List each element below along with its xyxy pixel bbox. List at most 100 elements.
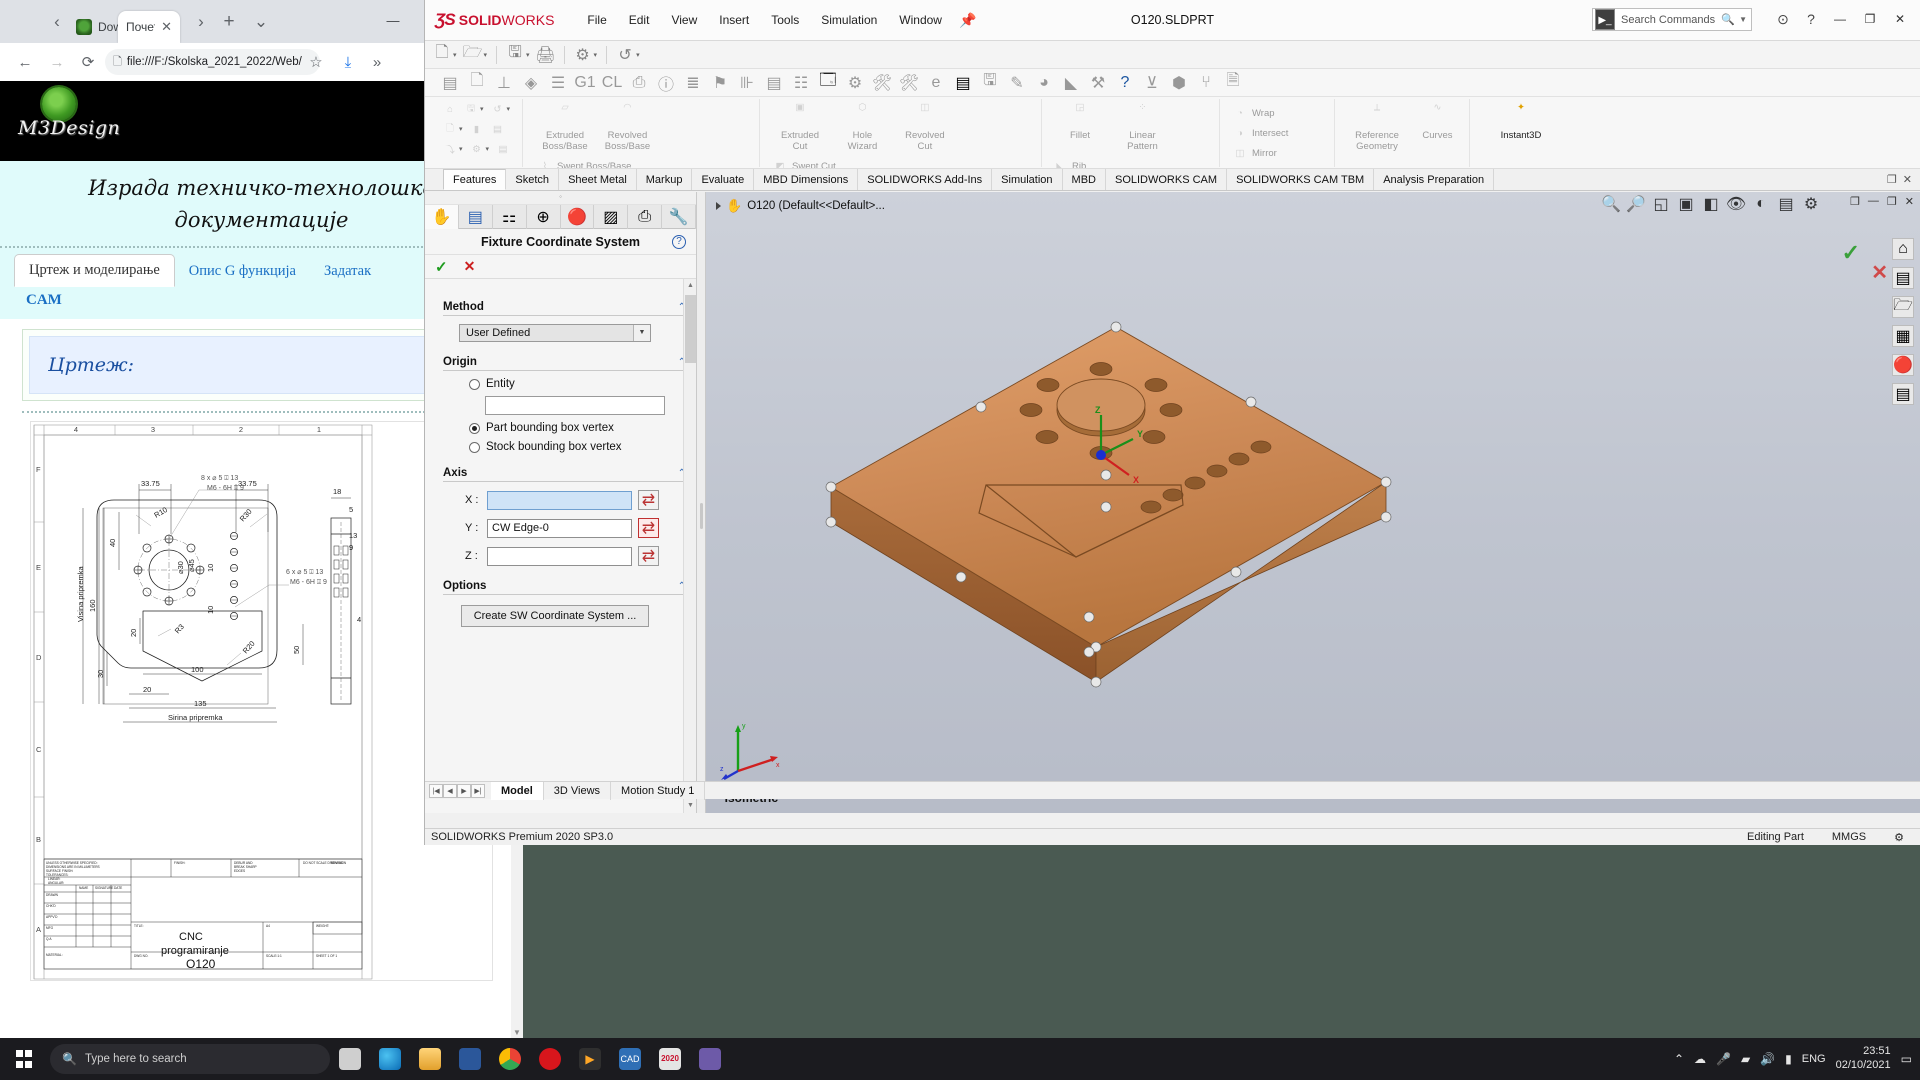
save-icon[interactable]: 🖫 <box>504 44 526 65</box>
cam-tool-crib2-icon[interactable]: 🛠 <box>898 73 920 93</box>
chevron-down-icon[interactable]: ▾ <box>507 105 511 113</box>
reverse-direction-button-y[interactable]: ⇄ <box>638 518 659 538</box>
tab-markup[interactable]: Markup <box>637 169 693 190</box>
radio-entity[interactable]: Entity <box>469 378 686 390</box>
cam-numbered-list-icon[interactable]: ☷ <box>790 73 812 93</box>
close-window-icon[interactable]: ✕ <box>1903 173 1912 186</box>
chevron-down-icon[interactable]: ▾ <box>459 125 463 133</box>
accept-button[interactable]: ✓ <box>435 258 448 276</box>
forward-button[interactable]: → <box>46 52 68 74</box>
cam-section-icon[interactable]: ◣ <box>1060 73 1082 93</box>
start-button[interactable] <box>0 1038 46 1080</box>
axis-input-y[interactable]: CW Edge-0 <box>487 518 632 538</box>
cam-options-icon[interactable]: ⚙ <box>844 73 866 93</box>
radio-stock-bounding-box-vertex[interactable]: Stock bounding box vertex <box>469 441 686 453</box>
appearances-icon[interactable]: ◐ <box>1752 195 1770 213</box>
taskbar-app-opera[interactable] <box>530 1038 570 1080</box>
button-mirror[interactable]: ◫ Mirror <box>1231 143 1328 163</box>
appearances-panel-icon[interactable]: ▤ <box>1892 383 1914 405</box>
tab-solidworks-cam[interactable]: SOLIDWORKS CAM <box>1106 169 1228 190</box>
minimize-button[interactable]: — <box>1868 195 1879 208</box>
site-logo[interactable]: M3Design <box>18 85 120 157</box>
chevron-up-icon[interactable]: ⌃ <box>1674 1052 1684 1066</box>
tab-model[interactable]: Model <box>491 781 544 800</box>
cam-help-icon[interactable]: ? <box>1114 73 1136 93</box>
radio-button[interactable] <box>469 378 480 390</box>
account-icon[interactable]: ⊙ <box>1770 6 1796 32</box>
section-header[interactable]: Axis ⌃ <box>443 467 686 482</box>
feature-manager-tab[interactable]: ✋ <box>425 205 459 229</box>
taskbar-clock[interactable]: 23:51 02/10/2021 <box>1836 1045 1891 1073</box>
button-extruded-boss-base[interactable]: ▱ Extruded Boss/Base <box>536 99 594 153</box>
tab-sheet-metal[interactable]: Sheet Metal <box>559 169 637 190</box>
last-tab-button[interactable]: ▶| <box>471 783 485 798</box>
cam-chart-icon[interactable]: ⊪ <box>736 73 758 93</box>
tab-mbd[interactable]: MBD <box>1063 169 1106 190</box>
tab-simulation[interactable]: Simulation <box>992 169 1063 190</box>
next-tab-button[interactable]: ▶ <box>457 783 471 798</box>
network-icon[interactable]: ▰ <box>1741 1052 1750 1066</box>
minimize-button[interactable]: — <box>371 6 415 36</box>
cam-list-icon[interactable]: ≣ <box>682 73 704 93</box>
restore-window-icon[interactable]: ❐ <box>1887 173 1897 186</box>
maximize-button[interactable]: ❐ <box>1856 6 1884 32</box>
new-tab-button[interactable]: + <box>218 12 240 34</box>
close-button[interactable]: ✕ <box>1886 6 1914 32</box>
help-icon[interactable]: ? <box>1798 6 1824 32</box>
view-orientation-icon[interactable]: ▣ <box>1677 195 1695 213</box>
search-icon[interactable]: 🔍 <box>1721 13 1735 26</box>
scene-icon[interactable]: ▤ <box>1777 195 1795 213</box>
section-header[interactable]: Options ⌃ <box>443 580 686 595</box>
axis-input-z[interactable] <box>487 546 632 566</box>
tab-evaluate[interactable]: Evaluate <box>692 169 755 190</box>
cam-setup-icon[interactable]: ☰ <box>547 73 569 93</box>
button-rib[interactable]: ◣ Rib <box>1051 157 1093 168</box>
download-icon[interactable]: ⤓ <box>337 52 359 74</box>
property-manager-tab[interactable]: ▤ <box>459 205 493 229</box>
cam-info-icon[interactable]: ⓘ <box>655 73 677 94</box>
onedrive-icon[interactable]: ☁ <box>1694 1052 1706 1066</box>
chevron-down-icon[interactable]: ▾ <box>526 51 530 59</box>
section-header[interactable]: Origin ⌃ <box>443 356 686 371</box>
status-units-settings-icon[interactable]: ⚙ <box>1894 831 1904 844</box>
taskbar-app-solidworks[interactable]: 2020 <box>650 1038 690 1080</box>
tab-scroll-left-button[interactable]: ‹ <box>46 12 68 34</box>
button-linear-pattern[interactable]: ⁘ Linear Pattern <box>1113 99 1171 153</box>
radio-button[interactable] <box>469 422 480 434</box>
tab-opis-g-funkcija[interactable]: Опис G функција <box>175 256 310 287</box>
button-fillet[interactable]: ◲ Fillet <box>1051 99 1109 142</box>
ribbon-misc-row[interactable]: ⤵ ▾ ⚙ ▾ ▤ <box>441 139 516 159</box>
print-icon[interactable]: 🖨 <box>535 45 557 65</box>
taskbar-app-cad[interactable]: CAD <box>610 1038 650 1080</box>
taskbar-app-file-explorer[interactable] <box>410 1038 450 1080</box>
cam-cl-icon[interactable]: CL <box>601 73 623 93</box>
cam-branch-icon[interactable]: ⑂ <box>1195 73 1217 93</box>
section-view-icon[interactable]: ◱ <box>1652 195 1670 213</box>
cam-fixture-icon[interactable]: ⊻ <box>1141 73 1163 93</box>
display-manager-tab[interactable]: 🔴 <box>561 205 595 229</box>
tab-zadatak[interactable]: Задатак <box>310 256 385 287</box>
expand-triangle-icon[interactable] <box>716 202 721 210</box>
pushpin-icon[interactable]: 📌 <box>959 12 976 29</box>
button-swept-boss-base[interactable]: ⌇ Swept Boss/Base <box>536 157 646 168</box>
options-gear-icon[interactable]: ⚙ <box>572 45 594 65</box>
chevron-down-icon[interactable]: ▼ <box>1739 15 1747 24</box>
tab-scroll-right-button[interactable]: › <box>190 12 212 34</box>
prev-tab-button[interactable]: ◀ <box>443 783 457 798</box>
view-settings-icon[interactable]: ⚙ <box>1802 195 1820 213</box>
axis-input-x[interactable] <box>487 490 632 510</box>
tab-analysis-preparation[interactable]: Analysis Preparation <box>1374 169 1495 190</box>
tab-crtez-i-modeliranje[interactable]: Цртеж и моделирање <box>14 254 175 287</box>
view-palette-icon[interactable]: 🔴 <box>1892 354 1914 376</box>
menu-view[interactable]: View <box>660 9 708 31</box>
cam-save-icon[interactable]: 🖫 <box>979 72 1001 93</box>
menu-edit[interactable]: Edit <box>618 9 661 31</box>
microphone-icon[interactable]: 🎤 <box>1716 1052 1731 1066</box>
close-icon[interactable]: ✕ <box>161 19 172 35</box>
radio-part-bounding-box-vertex[interactable]: Part bounding box vertex <box>469 422 686 434</box>
cam-part-perimeter-icon[interactable]: ◈ <box>520 73 542 93</box>
chevron-down-icon[interactable]: ▾ <box>480 105 484 113</box>
hide-show-icon[interactable]: 👁 <box>1726 195 1746 213</box>
search-commands-box[interactable]: ▶_ Search Commands 🔍 ▼ <box>1592 8 1752 31</box>
radio-button[interactable] <box>469 441 480 453</box>
